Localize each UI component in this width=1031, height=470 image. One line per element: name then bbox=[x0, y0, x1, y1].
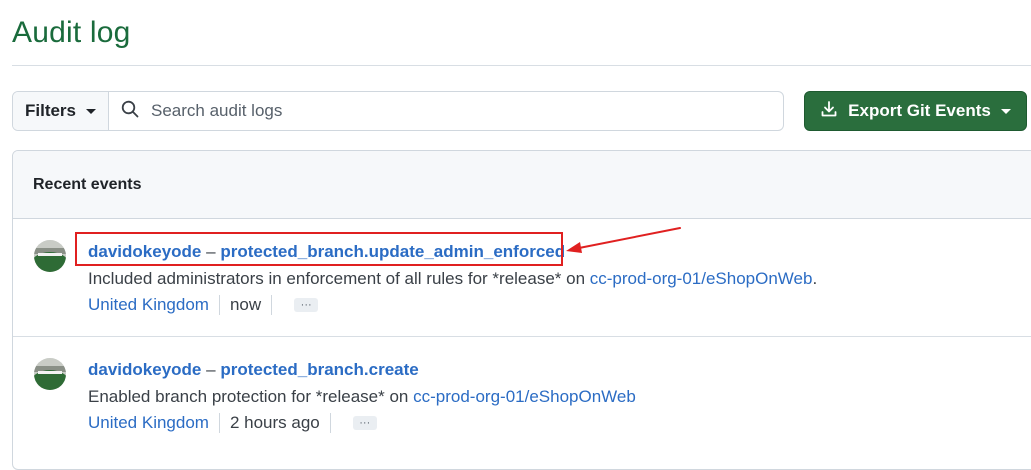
search-icon bbox=[121, 100, 139, 123]
event-time: now bbox=[229, 295, 262, 314]
recent-events-header: Recent events bbox=[13, 151, 1031, 219]
event-description: Included administrators in enforcement o… bbox=[88, 269, 817, 289]
caret-down-icon bbox=[1000, 108, 1011, 114]
download-icon bbox=[820, 100, 838, 123]
title-separator: – bbox=[206, 360, 216, 379]
annotation-arrow-icon bbox=[566, 227, 681, 253]
event-description: Enabled branch protection for *release* … bbox=[88, 387, 636, 407]
event-meta: United Kingdom now ··· bbox=[88, 295, 319, 315]
actor-link[interactable]: davidokeyode bbox=[88, 360, 201, 379]
title-divider bbox=[12, 65, 1031, 66]
avatar[interactable] bbox=[34, 240, 66, 272]
meta-divider bbox=[271, 295, 273, 315]
more-options-button[interactable]: ··· bbox=[294, 298, 319, 312]
recent-events-panel: Recent events davidokeyode – protected_b… bbox=[12, 150, 1031, 470]
filters-label: Filters bbox=[24, 101, 77, 120]
repo-link[interactable]: cc-prod-org-01/eShopOnWeb bbox=[413, 387, 636, 406]
meta-divider bbox=[218, 295, 220, 315]
action-link[interactable]: protected_branch.create bbox=[220, 360, 418, 379]
location-link[interactable]: United Kingdom bbox=[88, 295, 209, 315]
filters-button[interactable]: Filters bbox=[13, 92, 109, 130]
recent-events-title: Recent events bbox=[33, 175, 142, 193]
page-title: Audit log bbox=[12, 16, 131, 49]
description-suffix: . bbox=[812, 269, 818, 288]
description-text: Enabled branch protection for *release* … bbox=[88, 387, 414, 406]
annotation-highlight-box bbox=[75, 232, 563, 266]
search-input[interactable] bbox=[149, 100, 783, 122]
filter-bar: Filters bbox=[12, 91, 784, 131]
description-text: Included administrators in enforcement o… bbox=[88, 269, 590, 288]
export-git-events-button[interactable]: Export Git Events bbox=[804, 91, 1027, 131]
meta-divider bbox=[329, 413, 331, 433]
event-meta: United Kingdom 2 hours ago ··· bbox=[88, 413, 377, 433]
caret-down-icon bbox=[86, 108, 97, 114]
location-link[interactable]: United Kingdom bbox=[88, 413, 209, 433]
event-title: davidokeyode – protected_branch.create bbox=[88, 360, 419, 380]
meta-divider bbox=[218, 413, 220, 433]
repo-link[interactable]: cc-prod-org-01/eShopOnWeb bbox=[590, 269, 813, 288]
avatar[interactable] bbox=[34, 358, 66, 390]
search-wrapper bbox=[109, 92, 783, 130]
more-options-button[interactable]: ··· bbox=[352, 416, 377, 430]
event-time: 2 hours ago bbox=[229, 413, 320, 432]
export-label: Export Git Events bbox=[848, 101, 991, 120]
event-row: davidokeyode – protected_branch.create E… bbox=[13, 337, 1031, 455]
